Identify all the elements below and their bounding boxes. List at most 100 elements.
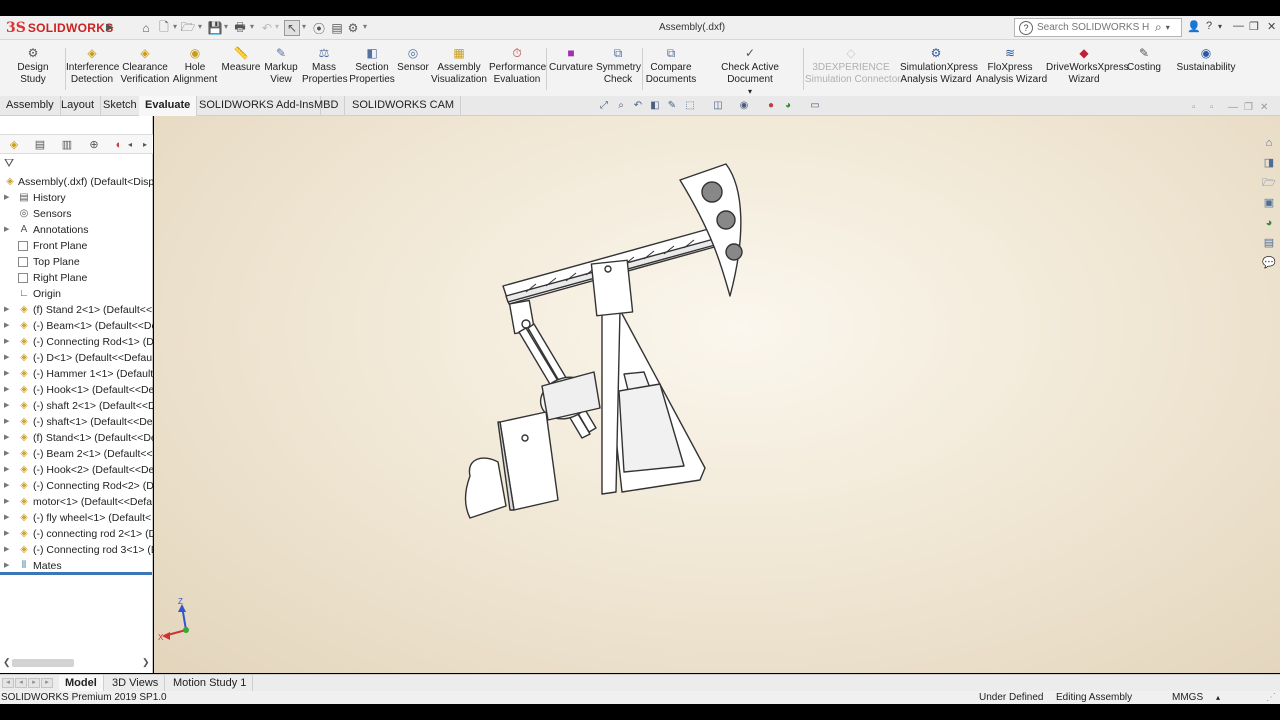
counterweight[interactable] [716, 210, 736, 230]
hole-alignment-button[interactable]: ◉ Hole Alignment [172, 46, 218, 86]
counterweight[interactable] [701, 181, 723, 203]
expand-arrow-icon[interactable]: ▶ [4, 494, 9, 510]
tab-evaluate[interactable]: Evaluate [139, 96, 198, 116]
first-tab-icon[interactable]: ◂ [2, 678, 14, 688]
tree-item-component[interactable]: ▶ ◈ (-) Connecting Rod<2> (De [0, 478, 153, 494]
tree-item-component[interactable]: ▶ ◈ (-) D<1> (Default<<Defau [0, 350, 153, 366]
zoom-to-area-icon[interactable]: ⌕ [615, 100, 627, 112]
motor-shaft[interactable] [521, 434, 529, 442]
compare-documents-button[interactable]: ⧉ Compare Documents [644, 46, 698, 86]
search-icon[interactable]: ⌕ [1155, 20, 1162, 35]
expand-arrow-icon[interactable]: ▶ [4, 542, 9, 558]
close-icon[interactable]: ✕ [1267, 20, 1276, 33]
pivot-pin[interactable] [604, 265, 612, 273]
sensor-button[interactable]: ◎ Sensor [397, 46, 429, 74]
tree-item-component[interactable]: ▶ ◈ (-) Connecting rod 3<1> (D [0, 542, 153, 558]
horizontal-scrollbar[interactable]: ❮ ❯ [0, 656, 153, 670]
last-tab-icon[interactable]: ▸ [41, 678, 53, 688]
expand-arrow-icon[interactable]: ▶ [4, 398, 9, 414]
tree-item-component[interactable]: ▶ ◈ motor<1> (Default<<Defa [0, 494, 153, 510]
help-search-input[interactable] [1037, 22, 1149, 33]
chevron-left-icon[interactable]: ◂ [122, 137, 138, 153]
unit-system[interactable]: MMGS [1172, 691, 1203, 704]
close-icon[interactable]: ✕ [1260, 102, 1268, 113]
tree-item-top-plane[interactable]: Top Plane [0, 254, 153, 270]
tree-item-component[interactable]: ▶ ◈ (-) Beam 2<1> (Default<<I [0, 446, 153, 462]
tree-item-component[interactable]: ▶ ◈ (-) Hammer 1<1> (Default [0, 366, 153, 382]
simulationxpress-button[interactable]: ⚙ SimulationXpress Analysis Wizard [900, 46, 978, 86]
stand[interactable] [601, 309, 706, 495]
filter-icon[interactable]: ⛛ [4, 156, 14, 171]
driveworksxpress-button[interactable]: ◆ DriveWorksXpress Wizard [1046, 46, 1129, 86]
tree-item-origin[interactable]: ∟ Origin [0, 286, 153, 302]
floxpress-button[interactable]: ≋ FloXpress Analysis Wizard [976, 46, 1047, 86]
chevron-right-icon[interactable]: ▸ [137, 137, 153, 153]
viewport-icon[interactable]: ▫ [1192, 102, 1196, 113]
pumpjack-model[interactable] [154, 116, 1280, 673]
expand-arrow-icon[interactable]: ▶ [4, 318, 9, 334]
property-manager-icon[interactable]: ▤ [32, 137, 48, 153]
tree-item-annotations[interactable]: ▶ A Annotations [0, 222, 153, 238]
help-icon[interactable]: ? [1206, 20, 1212, 32]
tree-item-component[interactable]: ▶ ◈ (-) Hook<2> (Default<<De [0, 462, 153, 478]
saddle-bearing[interactable] [590, 259, 634, 317]
expand-arrow-icon[interactable]: ▶ [4, 302, 9, 318]
tree-item-component[interactable]: ▶ ◈ (-) Beam<1> (Default<<De [0, 318, 153, 334]
configuration-manager-icon[interactable]: ▥ [59, 137, 75, 153]
apply-scene-icon[interactable]: ◕ [782, 100, 794, 112]
edit-appearance-icon[interactable]: ● [765, 100, 777, 112]
assembly-visualization-button[interactable]: ▦ Assembly Visualization [431, 46, 487, 86]
appearances-icon[interactable]: ◕ [1262, 216, 1276, 230]
tab-solidworks-cam[interactable]: SOLIDWORKS CAM [346, 96, 462, 116]
next-tab-icon[interactable]: ▸ [28, 678, 40, 688]
view-orientation-icon[interactable]: ⬚ [684, 100, 696, 112]
expand-arrow-icon[interactable]: ▶ [4, 430, 9, 446]
counterweight[interactable] [725, 243, 743, 261]
hide-show-items-icon[interactable]: ◉ [738, 100, 750, 112]
section-properties-button[interactable]: ◧ Section Properties [348, 46, 396, 86]
dynamic-annotation-icon[interactable]: ✎ [666, 100, 678, 112]
display-style-icon[interactable]: ◫ [712, 100, 724, 112]
expand-arrow-icon[interactable]: ▶ [4, 190, 9, 206]
section-view-icon[interactable]: ◧ [649, 100, 661, 112]
file-explorer-icon[interactable]: ▣ [1262, 196, 1276, 210]
feature-tree-icon[interactable]: ◈ [6, 137, 22, 153]
markup-view-button[interactable]: ✎ Markup View [262, 46, 300, 86]
tree-item-component[interactable]: ▶ ◈ (-) shaft<1> (Default<<De [0, 414, 153, 430]
tree-root-assembly[interactable]: ◈ Assembly(.dxf) (Default<Displ [0, 174, 153, 190]
forum-icon[interactable]: 💬 [1262, 256, 1276, 270]
design-study-button[interactable]: ⚙ Design Study [4, 46, 62, 86]
restore-icon[interactable]: ❐ [1244, 102, 1253, 113]
help-search-box[interactable]: ? ⌕ ▾ [1014, 18, 1182, 37]
expand-arrow-icon[interactable]: ▶ [4, 350, 9, 366]
expand-arrow-icon[interactable]: ▶ [4, 462, 9, 478]
expand-arrow-icon[interactable]: ▶ [4, 222, 9, 238]
expand-arrow-icon[interactable]: ▶ [4, 526, 9, 542]
tree-item-component[interactable]: ▶ ◈ (f) Stand<1> (Default<<De [0, 430, 153, 446]
viewport-icon[interactable]: ▫ [1210, 102, 1214, 113]
user-icon[interactable]: 👤 [1187, 20, 1201, 33]
check-active-document-button[interactable]: ✓ Check Active Document ▾ [700, 46, 800, 98]
tab-solidworks-add-ins[interactable]: SOLIDWORKS Add-Ins [193, 96, 321, 116]
tree-item-component[interactable]: ▶ ◈ (-) Hook<1> (Default<<De [0, 382, 153, 398]
expand-arrow-icon[interactable]: ▶ [4, 478, 9, 494]
tree-item-component[interactable]: ▶ ◈ (-) connecting rod 2<1> (D [0, 526, 153, 542]
clearance-verification-button[interactable]: ◈ Clearance Verification [120, 46, 170, 86]
tree-item-right-plane[interactable]: Right Plane [0, 270, 153, 286]
tree-item-front-plane[interactable]: Front Plane [0, 238, 153, 254]
expand-arrow-icon[interactable]: ▶ [4, 382, 9, 398]
zoom-to-fit-icon[interactable]: ⤢ [598, 100, 610, 112]
interference-detection-button[interactable]: ◈ Interference Detection [66, 46, 119, 86]
tab-mbd[interactable]: MBD [308, 96, 346, 116]
chevron-left-icon[interactable]: ❮ [3, 657, 11, 668]
previous-tab-icon[interactable]: ◂ [15, 678, 27, 688]
tab-3d-views[interactable]: 3D Views [106, 675, 166, 691]
curvature-button[interactable]: ■ Curvature [548, 46, 594, 74]
tree-item-component[interactable]: ▶ ◈ (f) Stand 2<1> (Default<<I [0, 302, 153, 318]
expand-arrow-icon[interactable]: ▶ [4, 366, 9, 382]
view-settings-icon[interactable]: ▭ [809, 100, 821, 112]
motor-housing[interactable] [464, 457, 507, 519]
tab-assembly[interactable]: Assembly [0, 96, 61, 116]
home-icon[interactable]: ⌂ [1262, 136, 1276, 150]
chevron-right-icon[interactable]: ❯ [142, 657, 150, 668]
